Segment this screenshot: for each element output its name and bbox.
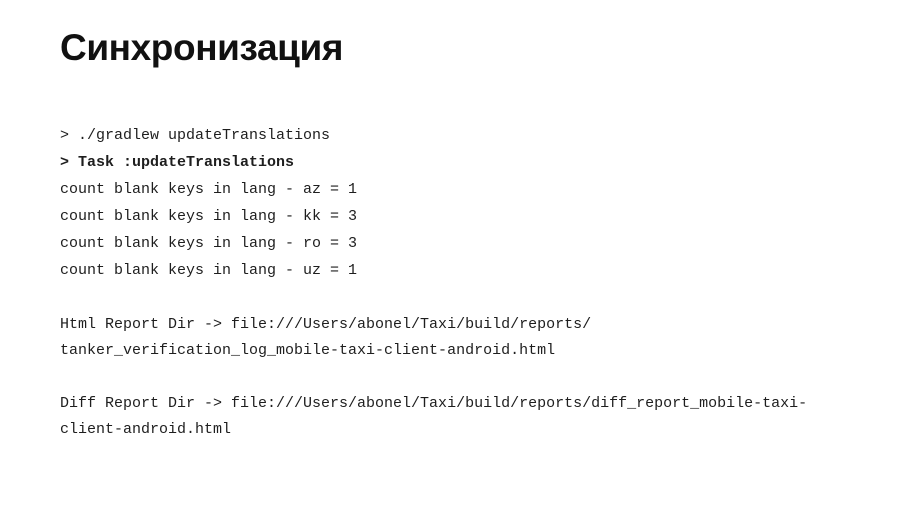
console-output-block: > ./gradlew updateTranslations > Task :up… xyxy=(60,122,850,442)
log-line: tanker_verification_log_mobile-taxi-clie… xyxy=(60,342,556,359)
log-line: Diff Report Dir -> file:///Users/abonel/… xyxy=(60,395,808,412)
page-title: Синхронизация xyxy=(60,27,344,68)
log-line: > Task :updateTranslations xyxy=(60,154,295,171)
log-line: count blank keys in lang - uz = 1 xyxy=(60,262,358,279)
log-line: client-android.html xyxy=(60,421,232,438)
log-line: > ./gradlew updateTranslations xyxy=(60,127,331,144)
log-line: count blank keys in lang - az = 1 xyxy=(60,181,358,198)
presentation-slide: Синхронизация > ./gradlew updateTranslat… xyxy=(0,0,900,506)
log-line: count blank keys in lang - kk = 3 xyxy=(60,208,358,225)
log-group-gradle-invocation: > ./gradlew updateTranslations > Task :up… xyxy=(60,122,850,284)
log-line: Html Report Dir -> file:///Users/abonel/… xyxy=(60,316,592,333)
log-group-html-report: Html Report Dir -> file:///Users/abonel/… xyxy=(60,311,850,363)
log-group-diff-report: Diff Report Dir -> file:///Users/abonel/… xyxy=(60,390,850,442)
log-line: count blank keys in lang - ro = 3 xyxy=(60,235,358,252)
